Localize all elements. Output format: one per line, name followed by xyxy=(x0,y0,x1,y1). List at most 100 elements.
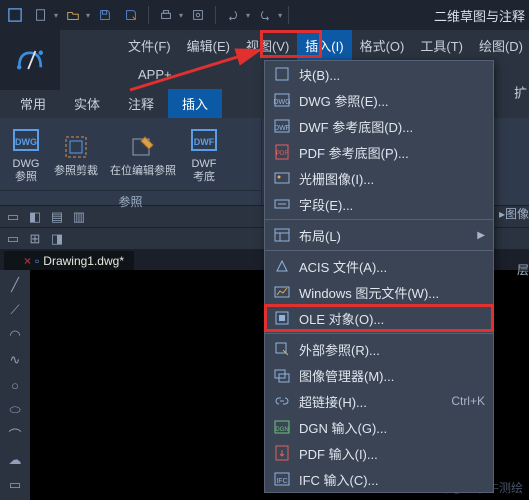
chevron-down-icon[interactable]: ▾ xyxy=(86,11,90,20)
menu-item-label: 字段(E)... xyxy=(299,195,485,214)
submenu-arrow-icon: ▶ xyxy=(477,230,485,241)
menu-draw[interactable]: 绘图(D) xyxy=(471,30,529,61)
menu-item-xref[interactable]: 外部参照(R)... xyxy=(265,336,493,362)
menu-item-label: DGN 输入(G)... xyxy=(299,418,485,437)
ifc-icon: IFC xyxy=(273,470,291,488)
menu-item-label: OLE 对象(O)... xyxy=(299,309,485,328)
rect-tool-icon[interactable]: ▭ xyxy=(3,473,27,496)
menu-item-ole[interactable]: OLE 对象(O)... xyxy=(265,305,493,331)
menu-file[interactable]: 文件(F) xyxy=(120,30,179,61)
arc-tool-icon[interactable]: ◠ xyxy=(3,324,27,347)
menu-item-pdf[interactable]: PDF PDF 参考底图(P)... xyxy=(265,139,493,165)
menu-item-label: DWG 参照(E)... xyxy=(299,91,485,110)
menu-item-img[interactable]: 光栅图像(I)... xyxy=(265,165,493,191)
app-logo xyxy=(0,30,60,90)
spline-tool-icon[interactable]: ∿ xyxy=(3,349,27,372)
preview-icon[interactable] xyxy=(187,4,209,26)
circle-tool-icon[interactable]: ○ xyxy=(3,374,27,397)
chevron-down-icon[interactable]: ▾ xyxy=(278,11,282,20)
ribbon-edit-ref-button[interactable]: 在位编辑参照 xyxy=(106,129,180,180)
ribbon-ref-clip-button[interactable]: 参照剪裁 xyxy=(50,129,102,180)
menu-item-label: PDF 参考底图(P)... xyxy=(299,143,485,162)
undo-icon[interactable] xyxy=(222,4,244,26)
menu-bar: 文件(F) 编辑(E) 视图(V) 插入(I) 格式(O) 工具(T) 绘图(D… xyxy=(60,30,529,60)
wmf-icon xyxy=(273,283,291,301)
imgmgr-icon xyxy=(273,366,291,384)
chevron-down-icon[interactable]: ▾ xyxy=(179,11,183,20)
menu-item-label: 外部参照(R)... xyxy=(299,340,485,359)
tbtn-icon[interactable]: ◧ xyxy=(26,208,44,226)
ribbon-tab-insert[interactable]: 插入 xyxy=(168,89,222,118)
dwf-icon: DWF xyxy=(273,117,291,135)
menu-shortcut: Ctrl+K xyxy=(451,394,485,408)
menu-item-link[interactable]: 超链接(H)... Ctrl+K xyxy=(265,388,493,414)
saveas-icon[interactable] xyxy=(120,4,142,26)
menu-edit[interactable]: 编辑(E) xyxy=(179,30,238,61)
open-icon[interactable] xyxy=(62,4,84,26)
img-icon xyxy=(273,169,291,187)
close-tab-icon[interactable]: × xyxy=(24,254,31,268)
svg-text:IFC: IFC xyxy=(276,478,287,485)
arc2-tool-icon[interactable]: ⌒ xyxy=(3,423,27,446)
ellipse-tool-icon[interactable]: ⬭ xyxy=(3,398,27,421)
menu-item-dwf[interactable]: DWFDWF 参考底图(D)... xyxy=(265,113,493,139)
chevron-down-icon[interactable]: ▾ xyxy=(54,11,58,20)
menu-item-wmf[interactable]: Windows 图元文件(W)... xyxy=(265,279,493,305)
pdf-icon: PDF xyxy=(273,143,291,161)
link-icon xyxy=(273,392,291,410)
ribbon-dwg-ref-button[interactable]: DWG DWG参照 xyxy=(6,122,46,186)
menu-item-block[interactable]: 块(B)... xyxy=(265,61,493,87)
dgn-icon: DGN xyxy=(273,418,291,436)
menu-item-dwg[interactable]: DWG DWG 参照(E)... xyxy=(265,87,493,113)
app-plus-button[interactable]: APP+ xyxy=(130,63,180,86)
menu-item-ifc[interactable]: IFC IFC 输入(C)... xyxy=(265,466,493,492)
cloud-tool-icon[interactable]: ☁ xyxy=(3,448,27,471)
layout-icon xyxy=(273,226,291,244)
tbtn-icon[interactable]: ▭ xyxy=(4,208,22,226)
ribbon-dwf-ref-button[interactable]: DWF DWF考底 xyxy=(184,122,224,186)
tbtn-icon[interactable]: ▥ xyxy=(70,208,88,226)
ribbon-tab-common[interactable]: 常用 xyxy=(6,89,60,118)
menu-item-label: ACIS 文件(A)... xyxy=(299,257,485,276)
menu-item-imgmgr[interactable]: 图像管理器(M)... xyxy=(265,362,493,388)
document-name: Drawing1.dwg* xyxy=(43,254,124,268)
menu-format[interactable]: 格式(O) xyxy=(352,30,413,61)
block-icon xyxy=(273,65,291,83)
xref-icon xyxy=(273,340,291,358)
tbtn-icon[interactable]: ▭ xyxy=(4,230,22,248)
document-tab[interactable]: × ▫ Drawing1.dwg* xyxy=(4,251,134,271)
workspace-selector[interactable]: 二维草图与注释 xyxy=(434,6,525,25)
right-panel-labels: ▸图像 层 xyxy=(489,200,529,284)
tbtn-icon[interactable]: ▤ xyxy=(48,208,66,226)
chevron-down-icon[interactable]: ▾ xyxy=(246,11,250,20)
polyline-tool-icon[interactable]: ⟋ xyxy=(3,299,27,322)
svg-text:DWG: DWG xyxy=(15,137,37,147)
redo-icon[interactable] xyxy=(254,4,276,26)
tbtn-icon[interactable]: ⊞ xyxy=(26,230,44,248)
menu-item-acis[interactable]: ACIS 文件(A)... xyxy=(265,253,493,279)
menu-item-label: IFC 输入(C)... xyxy=(299,470,485,489)
left-toolbar: ╱ ⟋ ◠ ∿ ○ ⬭ ⌒ ☁ ▭ xyxy=(0,270,30,500)
menu-item-label: Windows 图元文件(W)... xyxy=(299,283,485,302)
ribbon-tab-annotate[interactable]: 注释 xyxy=(114,89,168,118)
menu-insert[interactable]: 插入(I) xyxy=(297,30,351,61)
tbtn-icon[interactable]: ◨ xyxy=(48,230,66,248)
menu-view[interactable]: 视图(V) xyxy=(238,30,297,61)
menu-item-field[interactable]: 字段(E)... xyxy=(265,191,493,217)
menu-item-dgn[interactable]: DGN DGN 输入(G)... xyxy=(265,414,493,440)
print-icon[interactable] xyxy=(155,4,177,26)
app-menu-icon[interactable] xyxy=(4,4,26,26)
menu-item-layout[interactable]: 布局(L) ▶ xyxy=(265,222,493,248)
dwg-icon: DWG xyxy=(273,91,291,109)
svg-text:PDF: PDF xyxy=(276,151,288,157)
line-tool-icon[interactable]: ╱ xyxy=(3,274,27,297)
new-icon[interactable] xyxy=(30,4,52,26)
ribbon-tab-entity[interactable]: 实体 xyxy=(60,89,114,118)
save-icon[interactable] xyxy=(94,4,116,26)
menu-item-pdfin[interactable]: PDF 输入(I)... xyxy=(265,440,493,466)
menu-tools[interactable]: 工具(T) xyxy=(412,30,471,61)
pdfin-icon xyxy=(273,444,291,462)
menu-item-label: 布局(L) xyxy=(299,226,469,245)
menu-item-label: 超链接(H)... xyxy=(299,392,443,411)
right-panel-cut: 扩 xyxy=(504,86,529,99)
